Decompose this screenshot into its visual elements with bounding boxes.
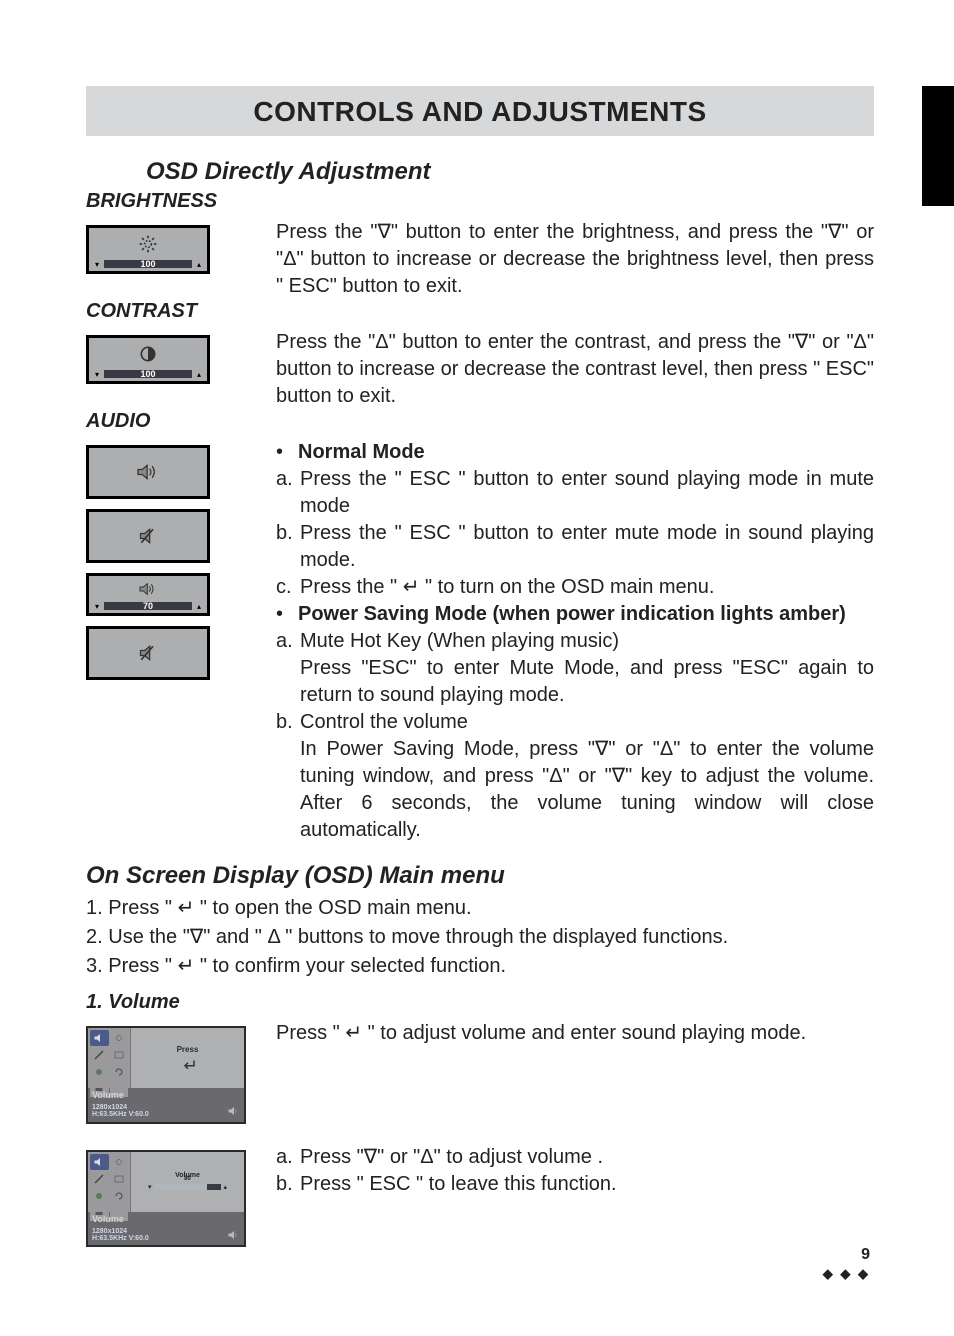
audio-b: Press the " ESC " button to enter mute m… [300, 520, 874, 574]
screen-icon [110, 1171, 129, 1187]
volume-heading: 1. Volume [86, 991, 874, 1014]
panel-resolution: 1280x1024 [92, 1104, 149, 1111]
audio-value: 70 [143, 601, 153, 611]
audio-mute-widget-2 [86, 626, 210, 680]
volume-text-2a: Press "∇" or "Δ" to adjust volume . [300, 1144, 874, 1171]
volume-icon [90, 1030, 109, 1046]
speaker-small-icon [226, 1229, 240, 1241]
enter-icon [179, 1058, 197, 1072]
up-arrow-icon: ▴ [195, 260, 203, 268]
audio-pb-text: In Power Saving Mode, press "∇" or "Δ" t… [276, 736, 874, 844]
speaker-small-icon [226, 1105, 240, 1117]
list-letter: c. [276, 574, 300, 601]
volume-icon [90, 1154, 109, 1170]
brightness-icon [110, 1154, 129, 1170]
up-arrow-icon: ▴ [195, 370, 203, 378]
down-arrow-icon: ▾ [93, 260, 101, 268]
reset-icon [110, 1064, 129, 1080]
speaker-mute-icon [136, 526, 160, 546]
audio-mute-widget [86, 509, 210, 563]
speaker-mute-icon [136, 643, 160, 663]
page-title: CONTROLS AND ADJUSTMENTS [86, 86, 874, 136]
osd-volume-panel-2: Volume ▾ 80 ▴ Volume 12 [86, 1150, 246, 1248]
audio-volume-widget: ▾ 70 ▴ [86, 573, 210, 616]
brightness-icon [110, 1030, 129, 1046]
footer-diamonds: ◆ ◆ ◆ [823, 1266, 870, 1282]
brightness-value: 100 [140, 259, 155, 269]
contrast-label: CONTRAST [86, 300, 874, 323]
audio-pb-label: Control the volume [300, 709, 874, 736]
reset-icon [110, 1188, 129, 1204]
list-letter: a. [276, 628, 300, 655]
audio-a: Press the " ESC " button to enter sound … [300, 466, 874, 520]
volume-text-2b: Press " ESC " to leave this function. [300, 1171, 874, 1198]
list-letter: b. [276, 520, 300, 574]
list-letter: b. [276, 709, 300, 736]
panel-volume-label: Volume [88, 1088, 244, 1102]
down-arrow-icon: ▾ [93, 370, 101, 378]
color-icon [90, 1188, 109, 1204]
osd-step2: 2. Use the "∇" and " Δ " buttons to move… [86, 923, 874, 952]
brightness-icon [138, 234, 158, 254]
press-label: Press [177, 1045, 199, 1054]
volume-text-1: Press " ↵ " to adjust volume and enter s… [276, 1020, 874, 1047]
brightness-label: BRIGHTNESS [86, 190, 874, 213]
brightness-text: Press the "∇" button to enter the bright… [276, 219, 874, 300]
down-arrow-icon: ▾ [93, 602, 101, 610]
tool-icon [90, 1047, 109, 1063]
audio-pa-label: Mute Hot Key (When playing music) [300, 628, 874, 655]
audio-label: AUDIO [86, 410, 874, 433]
audio-pa-text: Press "ESC" to enter Mute Mode, and pres… [276, 655, 874, 709]
color-icon [90, 1064, 109, 1080]
panel-hz-2: H:63.5KHz V:60.0 [92, 1235, 149, 1242]
contrast-value: 100 [140, 369, 155, 379]
osd-menu-heading: On Screen Display (OSD) Main menu [86, 862, 874, 890]
osd-direct-heading: OSD Directly Adjustment [146, 158, 874, 186]
page-content: CONTROLS AND ADJUSTMENTS OSD Directly Ad… [0, 0, 954, 1261]
down-arrow-icon: ▾ [148, 1183, 152, 1191]
tool-icon [90, 1171, 109, 1187]
osd-step3: 3. Press " ↵ " to confirm your selected … [86, 952, 874, 981]
slider-value: 80 [155, 1176, 221, 1182]
bullet: • [276, 439, 298, 466]
up-arrow-icon: ▴ [195, 602, 203, 610]
audio-sound-widget [86, 445, 210, 499]
page-number: 9 [823, 1246, 870, 1264]
contrast-widget: ▾ 100 ▴ [86, 335, 210, 384]
panel-volume-label-2: Volume [88, 1212, 244, 1226]
list-letter: b. [276, 1171, 300, 1198]
page-footer: 9 ◆ ◆ ◆ [823, 1246, 870, 1282]
power-mode-heading: Power Saving Mode (when power indication… [298, 601, 846, 628]
up-arrow-icon: ▴ [224, 1183, 228, 1191]
panel-hz: H:63.5KHz V:60.0 [92, 1111, 149, 1118]
screen-icon [110, 1047, 129, 1063]
brightness-widget: ▾ 100 ▴ [86, 225, 210, 274]
panel-resolution-2: 1280x1024 [92, 1228, 149, 1235]
contrast-icon [138, 344, 158, 364]
audio-c: Press the " ↵ " to turn on the OSD main … [300, 574, 874, 601]
speaker-on-icon [135, 462, 161, 482]
list-letter: a. [276, 466, 300, 520]
speaker-on-icon [137, 581, 159, 597]
normal-mode-heading: Normal Mode [298, 439, 425, 466]
osd-volume-panel-1: Press Volume 1280x1024 H:63.5KHz V:60.0 [86, 1026, 246, 1124]
contrast-text: Press the "Δ" button to enter the contra… [276, 329, 874, 410]
osd-step1: 1. Press " ↵ " to open the OSD main menu… [86, 894, 874, 923]
list-letter: a. [276, 1144, 300, 1171]
bullet: • [276, 601, 298, 628]
